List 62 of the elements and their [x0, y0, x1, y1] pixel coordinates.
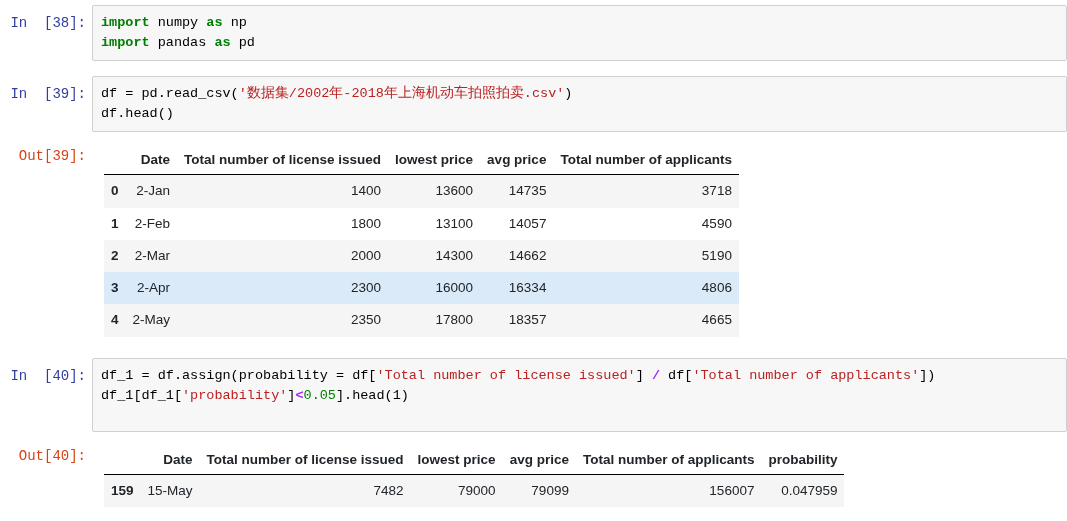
- table-cell: 2000: [177, 239, 389, 272]
- output-prompt: Out[39]:: [17, 147, 87, 166]
- table-cell: 13600: [388, 174, 481, 208]
- column-header: Total number of license issued: [199, 445, 411, 475]
- table-cell: 16334: [480, 272, 554, 305]
- row-index: 1: [104, 207, 126, 240]
- table-cell: 2-Apr: [125, 272, 178, 305]
- table-cell: 17800: [388, 304, 481, 337]
- table-cell: 2300: [177, 272, 389, 305]
- input-prompt: In [39]:: [9, 85, 87, 104]
- table-cell: 18357: [480, 304, 554, 337]
- table-cell: 15-May: [140, 474, 200, 507]
- table-cell: 5190: [553, 239, 739, 272]
- row-index: 2: [104, 239, 126, 272]
- table-cell: 2350: [177, 304, 389, 337]
- code-line: df.head(): [101, 105, 175, 123]
- row-index: 159: [104, 474, 141, 507]
- table-cell: 2-Feb: [125, 207, 178, 240]
- code-line: import numpy as np: [101, 14, 248, 32]
- table-cell: 156007: [575, 474, 762, 507]
- table-cell: 2-Jan: [125, 174, 178, 208]
- input-prompt: In [40]:: [9, 366, 87, 386]
- table-cell: 13100: [388, 207, 481, 240]
- table-cell: 7482: [199, 474, 411, 507]
- column-header: Total number of applicants: [553, 146, 739, 175]
- table-cell: 4665: [553, 304, 739, 337]
- code-line: df_1 = df.assign(probability = df['Total number of license issued'] / df['Total number of applicants']): [101, 366, 937, 385]
- code-cell[interactable]: df_1 = df.assign(probability = df['Total number of license issued'] / df['Total number of applicants']) df_1[df_1['probability']<0.05].head(1): [92, 357, 1067, 432]
- column-header: Total number of applicants: [575, 445, 762, 475]
- column-header: probability: [761, 445, 845, 475]
- table-cell: 16000: [388, 272, 481, 305]
- column-header: lowest price: [410, 445, 503, 475]
- row-index: 0: [104, 174, 126, 208]
- table-cell: 4806: [553, 272, 739, 305]
- row-index: 3: [104, 272, 126, 305]
- column-header: avg price: [480, 146, 554, 175]
- column-header: Date: [140, 445, 200, 475]
- output-prompt: Out[40]:: [17, 446, 87, 466]
- column-header: Total number of license issued: [177, 146, 389, 175]
- table-cell: 14735: [480, 174, 554, 208]
- code-line: df = pd.read_csv('数据集/2002年-2018年上海机动车拍照拍卖.csv'): [101, 84, 574, 103]
- table-cell: 3718: [553, 174, 739, 208]
- table-cell: 79000: [410, 474, 503, 507]
- table-cell: 4590: [553, 207, 739, 240]
- table-cell: 1800: [177, 207, 389, 240]
- code-line: df_1[df_1['probability']<0.05].head(1): [101, 386, 410, 405]
- table-cell: 1400: [177, 174, 389, 208]
- table-cell: 79099: [502, 474, 576, 507]
- code-cell[interactable]: df = pd.read_csv('数据集/2002年-2018年上海机动车拍照拍卖.csv') df.head(): [92, 76, 1067, 132]
- table-cell: 2-May: [125, 304, 178, 337]
- row-index: 4: [104, 304, 126, 337]
- table-cell: 0.047959: [761, 474, 845, 507]
- code-cell[interactable]: import numpy as np import pandas as pd: [92, 5, 1067, 61]
- column-header: lowest price: [388, 146, 481, 175]
- table-cell: 14662: [480, 239, 554, 272]
- column-header: Date: [125, 146, 178, 175]
- table-cell: 14300: [388, 239, 481, 272]
- table-cell: 14057: [480, 207, 554, 240]
- column-header: avg price: [502, 445, 576, 475]
- input-prompt: In [38]:: [9, 14, 87, 33]
- table-cell: 2-Mar: [125, 239, 178, 272]
- code-line: import pandas as pd: [101, 34, 256, 52]
